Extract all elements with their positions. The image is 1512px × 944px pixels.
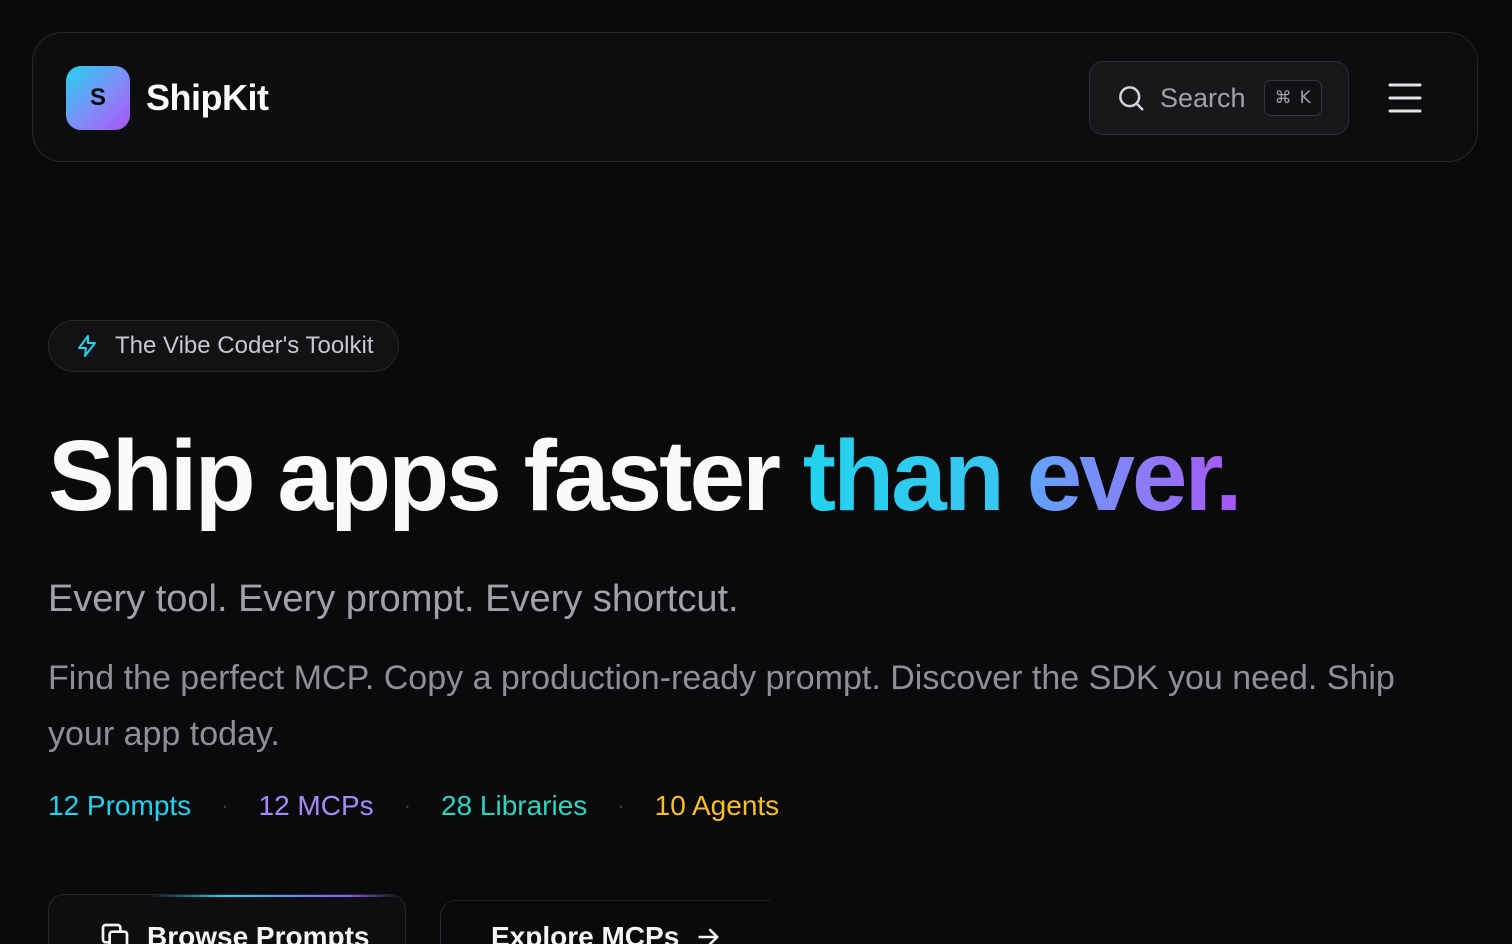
search-label: Search <box>1160 82 1246 113</box>
search-shortcut-badge: ⌘ K <box>1263 80 1322 116</box>
headline-plain: Ship apps faster <box>48 420 803 532</box>
arrow-right-icon <box>698 928 719 944</box>
badge-text: The Vibe Coder's Toolkit <box>115 332 374 359</box>
headline-accent-ever: ever. <box>1026 420 1243 532</box>
logo-mark: S <box>66 66 130 130</box>
stats-row: 12 Prompts · 12 MCPs · 28 Libraries · 10… <box>48 790 779 822</box>
tagline-badge: The Vibe Coder's Toolkit <box>48 320 399 372</box>
explore-mcps-label: Explore MCPs <box>491 921 680 944</box>
brand-logo[interactable]: S ShipKit <box>66 66 269 130</box>
hero-description: Find the perfect MCP. Copy a production-… <box>48 659 1395 753</box>
brand-name: ShipKit <box>146 77 269 118</box>
stat-separator: · <box>403 793 411 818</box>
shortcut-key: K <box>1299 88 1311 108</box>
top-nav: S ShipKit Search ⌘ K <box>32 32 1478 162</box>
stat-agents[interactable]: 10 Agents <box>655 790 780 822</box>
browse-prompts-label: Browse Prompts <box>147 921 370 944</box>
hero-subtitle: Every tool. Every prompt. Every shortcut… <box>48 578 739 620</box>
copy-icon <box>101 923 129 944</box>
stat-mcps[interactable]: 12 MCPs <box>259 790 374 822</box>
browse-prompts-button[interactable]: Browse Prompts <box>48 894 406 944</box>
stat-separator: · <box>617 793 625 818</box>
page: S ShipKit Search ⌘ K The Vibe Coder's To… <box>0 0 1512 944</box>
stat-separator: · <box>221 793 229 818</box>
button-glow <box>149 895 399 897</box>
hero-headline: Ship apps faster than ever. <box>48 420 1243 532</box>
command-key-icon: ⌘ <box>1274 88 1292 108</box>
explore-mcps-button[interactable]: Explore MCPs <box>440 900 770 944</box>
stat-libraries[interactable]: 28 Libraries <box>441 790 587 822</box>
search-button[interactable]: Search ⌘ K <box>1089 61 1349 135</box>
headline-accent-than: than <box>802 420 1005 532</box>
hamburger-menu-icon[interactable] <box>1387 81 1423 115</box>
lightning-bolt-icon <box>78 335 96 357</box>
stat-prompts[interactable]: 12 Prompts <box>48 790 191 822</box>
search-icon <box>1119 86 1144 111</box>
